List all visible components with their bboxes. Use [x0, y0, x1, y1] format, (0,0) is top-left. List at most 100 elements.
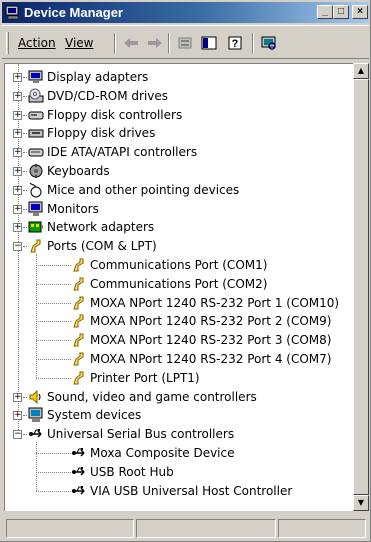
expand-toggle[interactable]: + [13, 73, 22, 82]
tree-connector [36, 302, 71, 304]
tree-connector [36, 453, 71, 454]
tree-connector [23, 133, 27, 135]
port-icon [71, 332, 87, 348]
vertical-scrollbar[interactable]: ▲ ▼ [353, 63, 369, 511]
tree-connector [23, 396, 27, 398]
device-label: MOXA NPort 1240 RS-232 Port 3 (COM8) [90, 333, 332, 348]
device-category-label: Network adapters [47, 220, 155, 235]
device-label: Moxa Composite Device [90, 446, 235, 460]
maximize-button[interactable]: □ [333, 5, 349, 19]
tree-connector [36, 359, 71, 360]
device-category-label: IDE ATA/ATAPI controllers [47, 145, 198, 160]
device-category-label: Keyboards [47, 164, 110, 178]
title-bar[interactable]: Device Manager _ □ × [2, 2, 369, 23]
tree-connector [23, 77, 27, 78]
collapse-toggle[interactable]: − [13, 430, 22, 440]
port-icon [71, 370, 87, 386]
scroll-thumb[interactable] [353, 79, 369, 495]
tree-connector [23, 227, 27, 229]
expand-toggle[interactable]: + [13, 110, 22, 120]
port-icon [28, 238, 44, 254]
menu-toolbar: Action View ? [2, 25, 369, 59]
expand-toggle[interactable]: + [13, 411, 22, 421]
properties-icon[interactable] [174, 33, 196, 53]
back-arrow-icon[interactable] [120, 33, 142, 53]
status-bar [2, 516, 369, 540]
forward-arrow-icon[interactable] [144, 33, 166, 53]
toolbar-grip[interactable] [6, 32, 9, 54]
tree-connector [36, 283, 71, 285]
close-button[interactable]: × [352, 5, 368, 19]
device-category-label: Monitors [47, 201, 99, 216]
svg-text:?: ? [232, 38, 239, 50]
menu-view[interactable]: View [65, 36, 93, 50]
show-hide-console-tree-icon[interactable] [198, 33, 220, 53]
display-adapter-icon [28, 69, 44, 85]
tree-connector [23, 246, 27, 248]
device-label: USB Root Hub [90, 464, 174, 479]
monitor-icon [28, 201, 44, 217]
tree-connector [36, 442, 37, 491]
expand-toggle[interactable]: + [13, 167, 22, 176]
device-category-label: Mice and other pointing devices [47, 182, 240, 197]
expand-toggle[interactable]: + [13, 185, 22, 195]
expand-toggle[interactable]: + [13, 392, 22, 402]
usb-icon [71, 445, 87, 461]
tree-connector [36, 254, 37, 378]
tree-connector [23, 208, 27, 210]
port-icon [71, 295, 87, 311]
ide-controller-icon [28, 144, 44, 160]
device-tree[interactable]: + Display adapters + DVD/CD-ROM drives +… [4, 63, 353, 511]
mouse-icon [28, 182, 44, 198]
tree-connector [23, 434, 27, 436]
device-category-label: Floppy disk controllers [47, 107, 183, 122]
scan-hardware-icon[interactable] [258, 33, 280, 53]
menu-action-label: Action [18, 36, 56, 50]
port-icon [71, 313, 87, 329]
usb-icon [71, 483, 87, 499]
tree-connector [36, 265, 71, 266]
expand-toggle[interactable]: + [13, 204, 22, 214]
tree-connector [36, 490, 71, 492]
toolbar-separator [168, 33, 170, 53]
device-label: MOXA NPort 1240 RS-232 Port 1 (COM10) [90, 295, 340, 310]
tree-connector [23, 189, 27, 191]
window-title: Device Manager [24, 5, 123, 20]
menu-view-label: View [65, 36, 94, 50]
device-category-label: Floppy disk drives [47, 126, 156, 141]
status-panel [136, 519, 276, 538]
tree-connector [23, 171, 27, 172]
network-adapter-icon [28, 219, 44, 235]
device-category-label: Display adapters [47, 70, 149, 84]
device-manager-icon [5, 5, 21, 20]
system-devices-icon [28, 407, 44, 423]
device-label: Communications Port (COM1) [90, 258, 268, 272]
tree-connector [23, 152, 27, 154]
device-label: Communications Port (COM2) [90, 276, 268, 291]
device-category-label: Universal Serial Bus controllers [47, 427, 235, 442]
tree-connector [23, 415, 27, 417]
scroll-up-button[interactable]: ▲ [353, 63, 369, 79]
expand-toggle[interactable]: + [13, 129, 22, 139]
device-manager-window: Device Manager _ □ × Action View ? + Dis… [0, 0, 371, 542]
tree-connector [36, 471, 71, 473]
tree-connector [36, 321, 71, 323]
status-panel [278, 519, 366, 538]
device-category-label: System devices [47, 408, 142, 423]
cdrom-icon [28, 88, 44, 104]
tree-connector [23, 114, 27, 116]
usb-icon [71, 464, 87, 480]
expand-toggle[interactable]: + [13, 148, 22, 158]
collapse-toggle[interactable]: − [13, 242, 22, 252]
toolbar-separator [114, 33, 116, 53]
device-label: MOXA NPort 1240 RS-232 Port 2 (COM9) [90, 314, 332, 329]
expand-toggle[interactable]: + [13, 223, 22, 233]
scroll-down-button[interactable]: ▼ [353, 495, 369, 511]
minimize-button[interactable]: _ [317, 5, 333, 19]
help-icon[interactable]: ? [224, 33, 246, 53]
expand-toggle[interactable]: + [13, 91, 22, 101]
menu-action[interactable]: Action [18, 36, 56, 50]
port-icon [71, 276, 87, 292]
device-label: Printer Port (LPT1) [90, 370, 200, 385]
port-icon [71, 351, 87, 367]
